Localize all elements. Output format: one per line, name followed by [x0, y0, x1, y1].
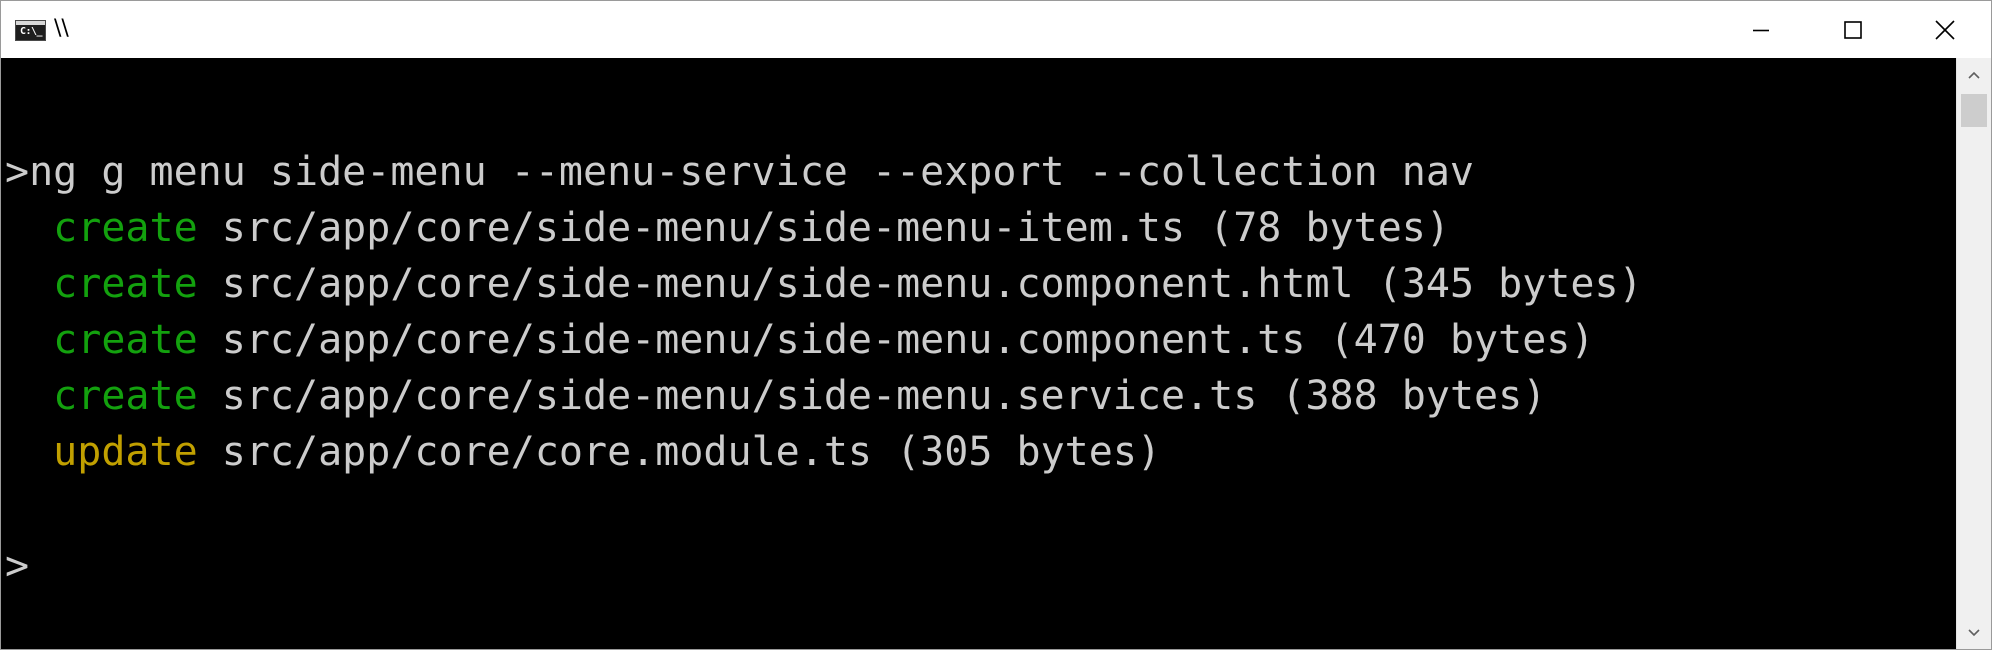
output-path: src/app/core/side-menu/side-menu-item.ts — [221, 205, 1186, 251]
command-text: ng g menu side-menu --menu-service --exp… — [29, 149, 1475, 195]
output-size: (345 bytes) — [1377, 261, 1643, 307]
output-size: (470 bytes) — [1329, 317, 1595, 363]
chevron-up-icon — [1968, 71, 1980, 79]
prompt-symbol: > — [5, 543, 30, 589]
cmd-icon-glyph: C:\_ — [20, 26, 43, 37]
minimize-icon — [1753, 29, 1769, 31]
active-prompt[interactable]: > — [5, 538, 29, 594]
output-line: create src/app/core/side-menu/side-menu.… — [5, 256, 1643, 312]
console-window: C:\_ \\ >ng g menu side-menu --menu-serv… — [0, 0, 1992, 650]
output-action: create — [53, 317, 198, 363]
output-line: update src/app/core/core.module.ts (305 … — [5, 424, 1161, 480]
scroll-down-button[interactable] — [1957, 616, 1991, 649]
console-output[interactable]: >ng g menu side-menu --menu-service --ex… — [1, 58, 1956, 649]
prompt-symbol: > — [5, 149, 30, 195]
output-size: (305 bytes) — [896, 429, 1161, 475]
vertical-scrollbar[interactable] — [1956, 58, 1991, 649]
output-path: src/app/core/side-menu/side-menu.compone… — [221, 261, 1354, 307]
title-bar[interactable]: C:\_ \\ — [1, 1, 1991, 58]
output-line: create src/app/core/side-menu/side-menu.… — [5, 368, 1546, 424]
scroll-up-button[interactable] — [1957, 58, 1991, 92]
close-button[interactable] — [1899, 1, 1991, 58]
output-path: src/app/core/side-menu/side-menu.compone… — [221, 317, 1306, 363]
output-action: create — [53, 205, 198, 251]
output-size: (78 bytes) — [1209, 205, 1450, 251]
output-action: update — [53, 429, 198, 475]
command-line: >ng g menu side-menu --menu-service --ex… — [5, 144, 1474, 200]
maximize-button[interactable] — [1807, 1, 1899, 58]
output-line: create src/app/core/side-menu/side-menu-… — [5, 200, 1450, 256]
output-size: (388 bytes) — [1281, 373, 1547, 419]
output-line: create src/app/core/side-menu/side-menu.… — [5, 312, 1594, 368]
output-action: create — [53, 373, 198, 419]
close-icon — [1935, 19, 1955, 40]
maximize-icon — [1844, 20, 1862, 39]
output-action: create — [53, 261, 198, 307]
chevron-down-icon — [1968, 629, 1980, 637]
cmd-icon: C:\_ — [15, 20, 46, 41]
window-title: \\ — [54, 16, 69, 41]
scroll-thumb[interactable] — [1961, 94, 1987, 127]
output-path: src/app/core/side-menu/side-menu.service… — [221, 373, 1258, 419]
output-path: src/app/core/core.module.ts — [221, 429, 872, 475]
minimize-button[interactable] — [1715, 1, 1807, 58]
cmd-icon-bar — [16, 21, 45, 25]
